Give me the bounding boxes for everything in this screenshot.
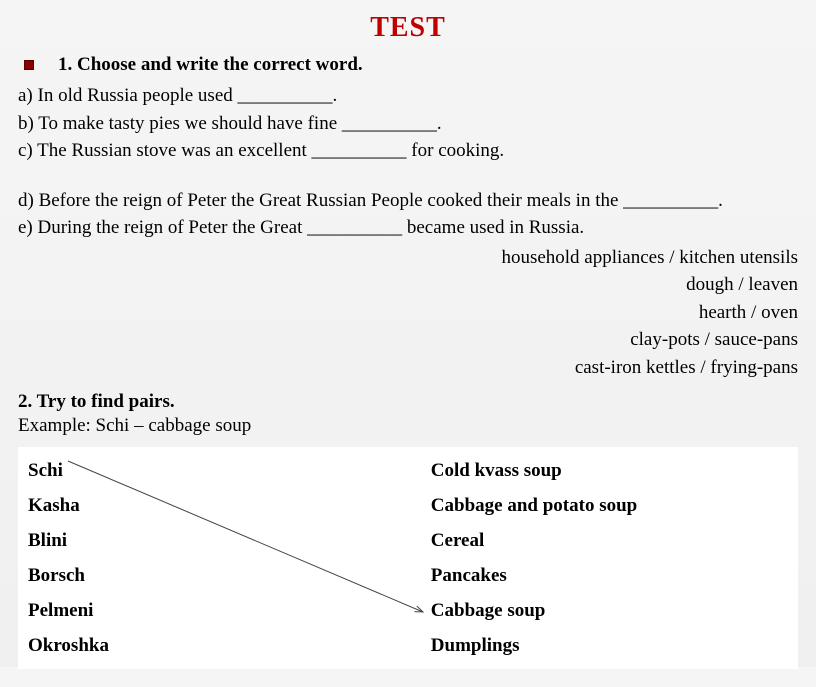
pair-row: Pelmeni Cabbage soup <box>28 593 788 628</box>
pair-right: Cabbage soup <box>431 601 788 620</box>
pair-right: Dumplings <box>431 636 788 655</box>
q1-options: household appliances / kitchen utensils … <box>18 244 798 382</box>
pair-right: Cereal <box>431 531 788 550</box>
q1-item-d: d) Before the reign of Peter the Great R… <box>18 187 798 215</box>
pairs-table: Schi Cold kvass soup Kasha Cabbage and p… <box>18 447 798 669</box>
pair-right: Pancakes <box>431 566 788 585</box>
pair-left: Okroshka <box>28 636 431 655</box>
slide: TEST 1. Choose and write the correct wor… <box>0 0 816 687</box>
pair-right: Cabbage and potato soup <box>431 496 788 515</box>
q2-heading: 2. Try to find pairs. <box>18 391 798 413</box>
q1-heading: 1. Choose and write the correct word. <box>58 54 363 76</box>
pair-left: Kasha <box>28 496 431 515</box>
q2-example: Example: Schi – cabbage soup <box>18 415 798 437</box>
pair-left: Pelmeni <box>28 601 431 620</box>
q1-option-1: household appliances / kitchen utensils <box>18 244 798 272</box>
pair-row: Kasha Cabbage and potato soup <box>28 488 788 523</box>
q1-option-4: clay-pots / sauce-pans <box>18 326 798 354</box>
q1-option-5: cast-iron kettles / frying-pans <box>18 354 798 382</box>
pair-row: Schi Cold kvass soup <box>28 453 788 488</box>
pair-right: Cold kvass soup <box>431 461 788 480</box>
bullet-square-icon <box>24 60 34 70</box>
q1-item-e: e) During the reign of Peter the Great _… <box>18 214 798 242</box>
page-title: TEST <box>18 12 798 44</box>
q1-option-2: dough / leaven <box>18 271 798 299</box>
q1-item-a: a) In old Russia people used __________. <box>18 82 798 110</box>
pair-row: Borsch Pancakes <box>28 558 788 593</box>
pair-row: Okroshka Dumplings <box>28 628 788 663</box>
pair-left: Blini <box>28 531 431 550</box>
pair-left: Schi <box>28 461 431 480</box>
q1-item-b: b) To make tasty pies we should have fin… <box>18 110 798 138</box>
q1-option-3: hearth / oven <box>18 299 798 327</box>
pair-row: Blini Cereal <box>28 523 788 558</box>
q1-item-c: c) The Russian stove was an excellent __… <box>18 137 798 165</box>
q1-heading-row: 1. Choose and write the correct word. <box>18 54 798 76</box>
pair-left: Borsch <box>28 566 431 585</box>
